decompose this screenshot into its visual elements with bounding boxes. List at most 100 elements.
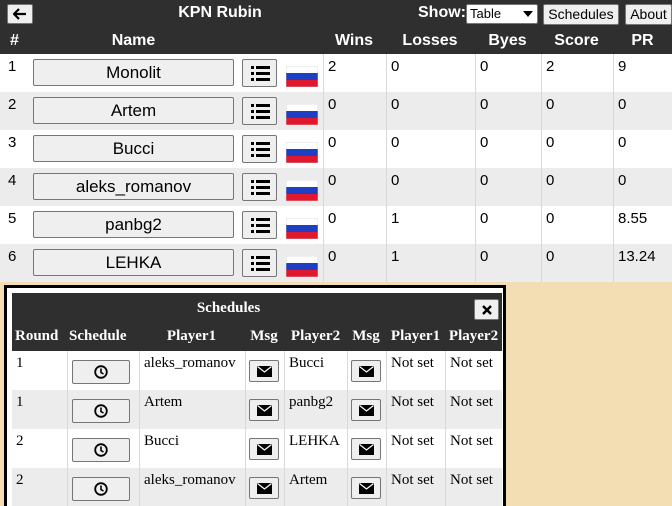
envelope-icon <box>257 483 272 494</box>
player1-cell: aleks_romanov <box>139 468 245 506</box>
top-bar: KPN Rubin Show: Table Schedules About <box>0 0 672 28</box>
message-player2-button[interactable] <box>351 438 381 460</box>
byes-cell: 0 <box>475 130 541 168</box>
player-name-button[interactable]: aleks_romanov <box>33 173 234 200</box>
pr-cell: 0 <box>613 168 672 206</box>
schedule-row: 1 aleks_romanov Bucci Not set Not set <box>12 351 502 390</box>
russia-flag-icon <box>286 66 318 87</box>
player2-status-cell: Not set <box>445 468 502 506</box>
round-cell: 1 <box>16 355 24 371</box>
player-name-button[interactable]: Monolit <box>33 59 234 86</box>
player-details-button[interactable] <box>242 249 277 277</box>
player1-status-cell: Not set <box>386 390 445 429</box>
envelope-icon <box>359 405 374 416</box>
col-pr: PR <box>631 32 654 49</box>
message-player2-button[interactable] <box>351 360 381 382</box>
about-button[interactable]: About <box>625 4 672 25</box>
close-button[interactable] <box>474 299 499 320</box>
player-details-button[interactable] <box>242 211 277 239</box>
standings-header: # Name Wins Losses Byes Score PR <box>0 28 672 54</box>
score-cell: 0 <box>541 206 613 244</box>
player2-cell: Bucci <box>284 351 347 390</box>
envelope-icon <box>359 366 374 377</box>
schedule-row: 2 aleks_romanov Artem Not set Not set <box>12 468 502 506</box>
message-player2-button[interactable] <box>351 399 381 421</box>
wins-cell: 0 <box>323 206 386 244</box>
player-name-button[interactable]: LEHKA <box>33 249 234 276</box>
schedule-time-button[interactable] <box>72 438 130 462</box>
russia-flag-icon <box>286 104 318 125</box>
losses-cell: 0 <box>386 130 475 168</box>
player1-cell: Bucci <box>139 429 245 468</box>
message-player1-button[interactable] <box>249 477 279 499</box>
col-rank: # <box>10 32 19 49</box>
player-name-button[interactable]: Bucci <box>33 135 234 162</box>
show-label: Show: <box>418 4 466 21</box>
list-icon <box>251 256 270 271</box>
player2-cell: LEHKA <box>284 429 347 468</box>
pr-cell: 0 <box>613 130 672 168</box>
score-cell: 2 <box>541 54 613 92</box>
rank-cell: 1 <box>8 58 17 75</box>
schedule-row: 2 Bucci LEHKA Not set Not set <box>12 429 502 468</box>
list-icon <box>251 66 270 81</box>
russia-flag-icon <box>286 218 318 239</box>
schedule-time-button[interactable] <box>72 360 130 384</box>
player2-status-cell: Not set <box>445 390 502 429</box>
pr-cell: 9 <box>613 54 672 92</box>
page-title: KPN Rubin <box>178 4 262 21</box>
russia-flag-icon <box>286 142 318 163</box>
player1-status-cell: Not set <box>386 468 445 506</box>
schedules-button[interactable]: Schedules <box>543 4 619 25</box>
view-select[interactable]: Table <box>466 4 538 24</box>
player-details-button[interactable] <box>242 135 277 163</box>
player1-status-cell: Not set <box>386 351 445 390</box>
player2-cell: panbg2 <box>284 390 347 429</box>
message-player1-button[interactable] <box>249 399 279 421</box>
byes-cell: 0 <box>475 54 541 92</box>
schedule-time-button[interactable] <box>72 399 130 423</box>
message-player1-button[interactable] <box>249 360 279 382</box>
russia-flag-icon <box>286 180 318 201</box>
table-row: 1 Monolit 2 0 0 2 9 <box>0 54 672 92</box>
col-byes: Byes <box>488 32 527 49</box>
player-details-button[interactable] <box>242 173 277 201</box>
list-icon <box>251 218 270 233</box>
rank-cell: 4 <box>8 172 17 189</box>
table-row: 5 panbg2 0 1 0 0 8.55 <box>0 206 672 244</box>
player-details-button[interactable] <box>242 59 277 87</box>
envelope-icon <box>359 444 374 455</box>
table-row: 3 Bucci 0 0 0 0 0 <box>0 130 672 168</box>
message-player1-button[interactable] <box>249 438 279 460</box>
list-icon <box>251 142 270 157</box>
pr-cell: 0 <box>613 92 672 130</box>
close-icon <box>482 305 492 315</box>
round-cell: 1 <box>16 394 24 410</box>
rank-cell: 5 <box>8 210 17 227</box>
envelope-icon <box>257 444 272 455</box>
player-name-button[interactable]: panbg2 <box>33 211 234 238</box>
view-select-value: Table <box>470 6 502 21</box>
wins-cell: 0 <box>323 244 386 282</box>
message-player2-button[interactable] <box>351 477 381 499</box>
player-name-button[interactable]: Artem <box>33 97 234 124</box>
schedule-row: 1 Artem panbg2 Not set Not set <box>12 390 502 429</box>
score-cell: 0 <box>541 168 613 206</box>
clock-icon <box>94 482 108 496</box>
clock-icon <box>94 404 108 418</box>
player-details-button[interactable] <box>242 97 277 125</box>
schedule-time-button[interactable] <box>72 477 130 501</box>
col-player1-status: Player1 <box>390 328 441 344</box>
losses-cell: 0 <box>386 54 475 92</box>
rank-cell: 2 <box>8 96 17 113</box>
wins-cell: 2 <box>323 54 386 92</box>
col-losses: Losses <box>402 32 458 49</box>
player2-status-cell: Not set <box>445 351 502 390</box>
clock-icon <box>94 365 108 379</box>
wins-cell: 0 <box>323 130 386 168</box>
schedules-header: Schedules Round Schedule Player1 Msg Pla… <box>12 293 502 351</box>
byes-cell: 0 <box>475 168 541 206</box>
losses-cell: 1 <box>386 244 475 282</box>
losses-cell: 0 <box>386 168 475 206</box>
player1-cell: Artem <box>139 390 245 429</box>
